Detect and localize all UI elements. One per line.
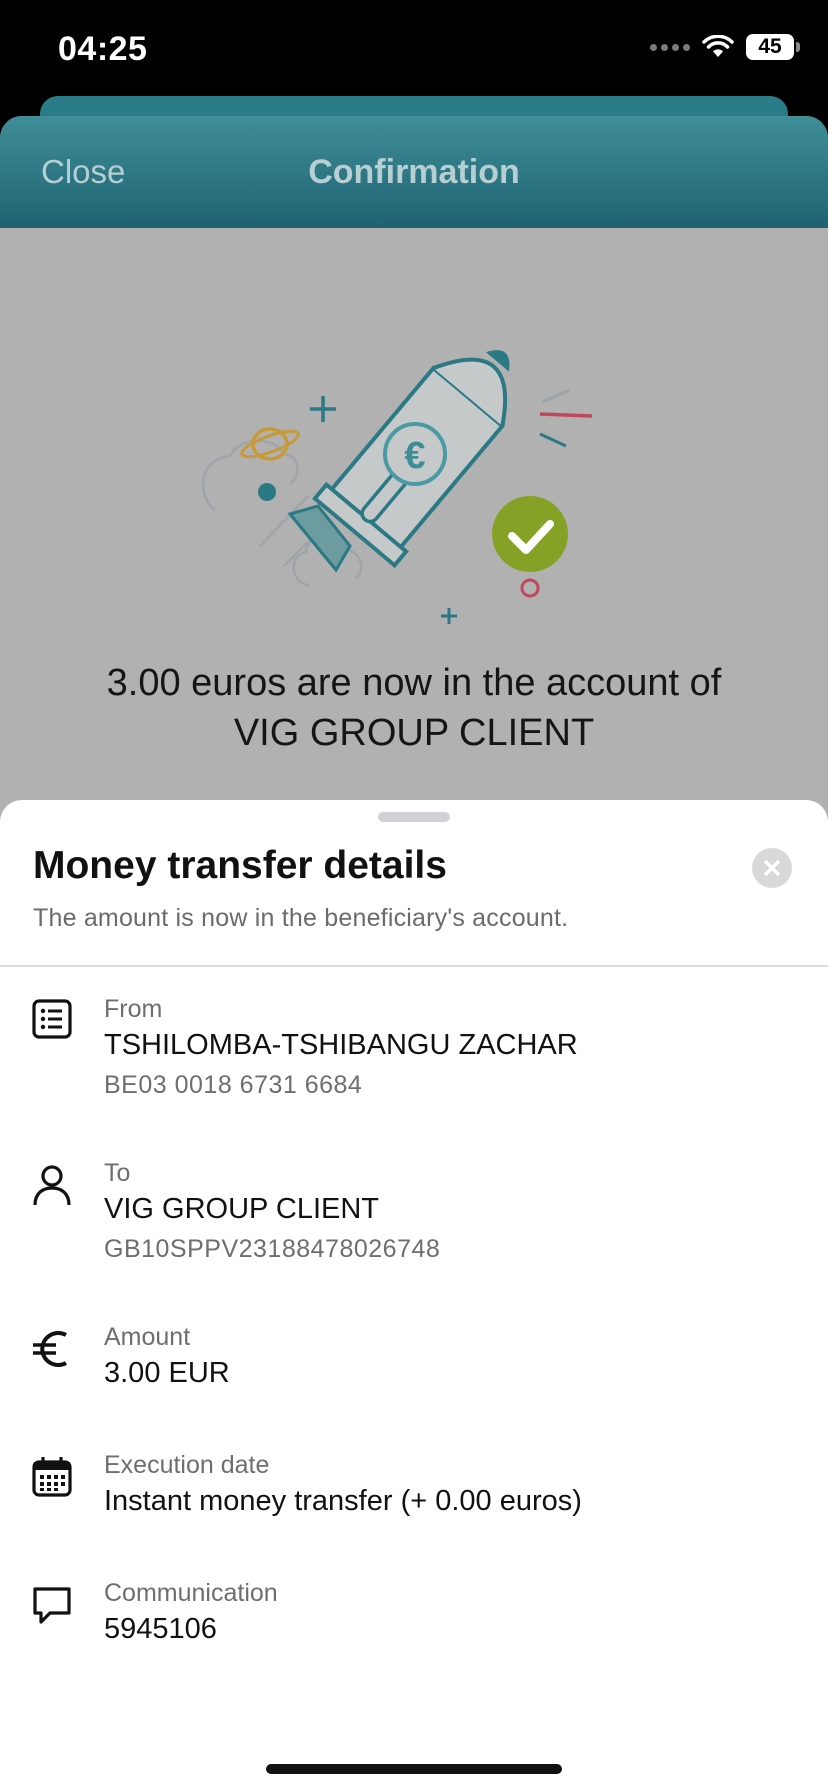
- amount-value: 3.00 EUR: [104, 1357, 230, 1389]
- sheet-close-button[interactable]: [752, 848, 792, 888]
- list-icon: [32, 999, 72, 1039]
- success-check-icon: [492, 496, 568, 572]
- chat-bubble-icon: [33, 1587, 71, 1624]
- to-label: To: [104, 1159, 131, 1187]
- status-bar: 04:25 45: [0, 0, 828, 96]
- status-time: 04:25: [58, 30, 148, 68]
- wifi-icon: [702, 35, 734, 57]
- calendar-icon: [32, 1457, 72, 1497]
- sheet-title: Money transfer details: [33, 844, 447, 887]
- person-icon: [33, 1165, 71, 1206]
- status-icons: 45: [650, 34, 800, 60]
- communication-value: 5945106: [104, 1613, 217, 1645]
- execution-date-value: Instant money transfer (+ 0.00 euros): [104, 1485, 582, 1517]
- from-label: From: [104, 995, 163, 1023]
- from-iban: BE03 0018 6731 6684: [104, 1071, 363, 1099]
- confirmation-beneficiary: VIG GROUP CLIENT: [233, 712, 595, 754]
- to-iban: GB10SPPV23188478026748: [104, 1235, 441, 1263]
- page-title: Confirmation: [308, 153, 520, 191]
- from-name: TSHILOMBA-TSHIBANGU ZACHAR: [104, 1029, 578, 1061]
- transfer-details-sheet: Money transfer details The amount is now…: [0, 800, 828, 1792]
- to-name: VIG GROUP CLIENT: [104, 1193, 380, 1225]
- close-icon: [764, 860, 780, 876]
- sheet-grabber[interactable]: [378, 812, 450, 822]
- divider: [0, 965, 828, 967]
- euro-icon: [33, 1331, 67, 1367]
- battery-icon: 45: [746, 34, 800, 60]
- svg-text:€: €: [404, 435, 425, 477]
- amount-label: Amount: [104, 1323, 191, 1351]
- rocket-illustration: €: [201, 350, 593, 624]
- home-indicator[interactable]: [266, 1764, 562, 1774]
- sheet-subtitle: The amount is now in the beneficiary's a…: [33, 904, 569, 932]
- confirmation-message: 3.00 euros are now in the account of VIG…: [40, 658, 788, 758]
- communication-label: Communication: [104, 1579, 278, 1607]
- modal-header: Close Confirmation: [0, 116, 828, 228]
- sparkle-plus-icon: [310, 396, 336, 422]
- execution-date-label: Execution date: [104, 1451, 270, 1479]
- confirmation-line-1: 3.00 euros are now in the account of: [106, 662, 722, 704]
- cellular-signal-icon: [650, 43, 690, 51]
